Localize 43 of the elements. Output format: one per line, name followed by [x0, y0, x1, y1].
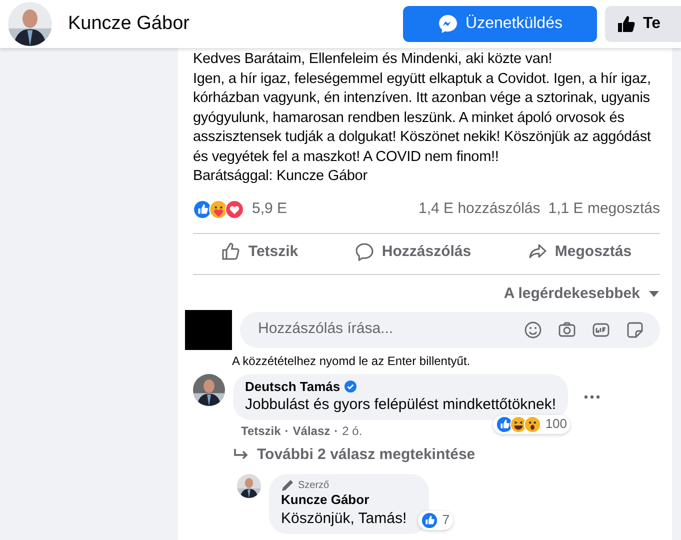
comment-action-link[interactable]: Válasz	[292, 422, 330, 440]
separator-dot: ·	[334, 422, 338, 440]
post-action-button[interactable]: Megosztás	[528, 234, 632, 270]
thumbs-up-icon	[617, 15, 635, 33]
sort-dropdown[interactable]: A legérdekesebbek	[504, 283, 660, 306]
more-options-icon[interactable]	[584, 394, 600, 399]
post-action-button[interactable]: Hozzászólás	[354, 234, 472, 270]
redacted-avatar	[185, 310, 232, 350]
comments-count[interactable]: 1,4 E hozzászólás	[418, 198, 540, 221]
reaction-count[interactable]: 5,9 E	[252, 198, 288, 221]
comment-author[interactable]: Deutsch Tamás	[245, 378, 340, 396]
post-text: Igen, a hír igaz, feleségemmel együtt elkaptuk a Covidot. Igen, a hír igaz, kórházban vagyunk, én intenzíven. Itt azonban vége a sztorinak, ugyanis gyógyulunk, hamarosan rendben leszünk. A minket ápoló orvosok és asszisztensek tudják a dolgukat! Köszönet nekik! Köszönjük az aggódást és vegyétek fel a maszkot! A COVID nem finom!!	[193, 70, 652, 166]
comment-action-link[interactable]: Tetszik	[241, 422, 281, 440]
separator-dot: ·	[284, 422, 289, 440]
post-text: Kedves Barátaim, Ellenfeleim és Mindenki, aki közte van!	[193, 50, 554, 69]
reply-text: Köszönjük, Tamás!	[281, 509, 407, 529]
like-page-button[interactable]: Te	[605, 6, 681, 42]
post-text: Barátsággal: Kuncze Gábor	[193, 167, 368, 186]
shares-count[interactable]: 1,1 E megosztás	[548, 198, 660, 221]
comment-icon	[354, 242, 374, 262]
reaction-summary[interactable]: 7	[418, 510, 453, 530]
reaction-count: 7	[442, 512, 450, 529]
reply-author[interactable]: Kuncze Gábor	[281, 492, 370, 510]
reaction-count: 100	[545, 416, 568, 433]
pencil-icon	[281, 479, 294, 492]
comment-field[interactable]: Hozzászólás írása...	[240, 312, 660, 348]
author-badge-label: Szerző	[298, 479, 330, 492]
post-action-button[interactable]: Tetszik	[221, 234, 298, 270]
camera-icon[interactable]	[558, 320, 576, 338]
sticker-icon[interactable]	[626, 320, 644, 338]
comment-text: Jobbulást és gyors felépülést mindkettőtöknek!	[245, 395, 556, 415]
messenger-icon	[438, 14, 458, 34]
enter-hint: A közzétételhez nyomd le az Enter billentyűt.	[232, 352, 472, 370]
caret-icon	[648, 290, 660, 298]
comment-time[interactable]: 2 ó.	[342, 422, 362, 440]
gif-icon[interactable]	[592, 320, 610, 338]
like-icon	[221, 242, 240, 262]
emoji-icon[interactable]	[524, 320, 542, 338]
message-button[interactable]: Üzenetküldés	[403, 6, 597, 42]
more-replies-link[interactable]: További 2 válasz megtekintése	[233, 440, 476, 470]
page-name: Kuncze Gábor	[68, 12, 190, 36]
comment-input[interactable]: Hozzászólás írása...	[256, 317, 508, 342]
reaction-summary[interactable]: 100	[493, 414, 570, 434]
